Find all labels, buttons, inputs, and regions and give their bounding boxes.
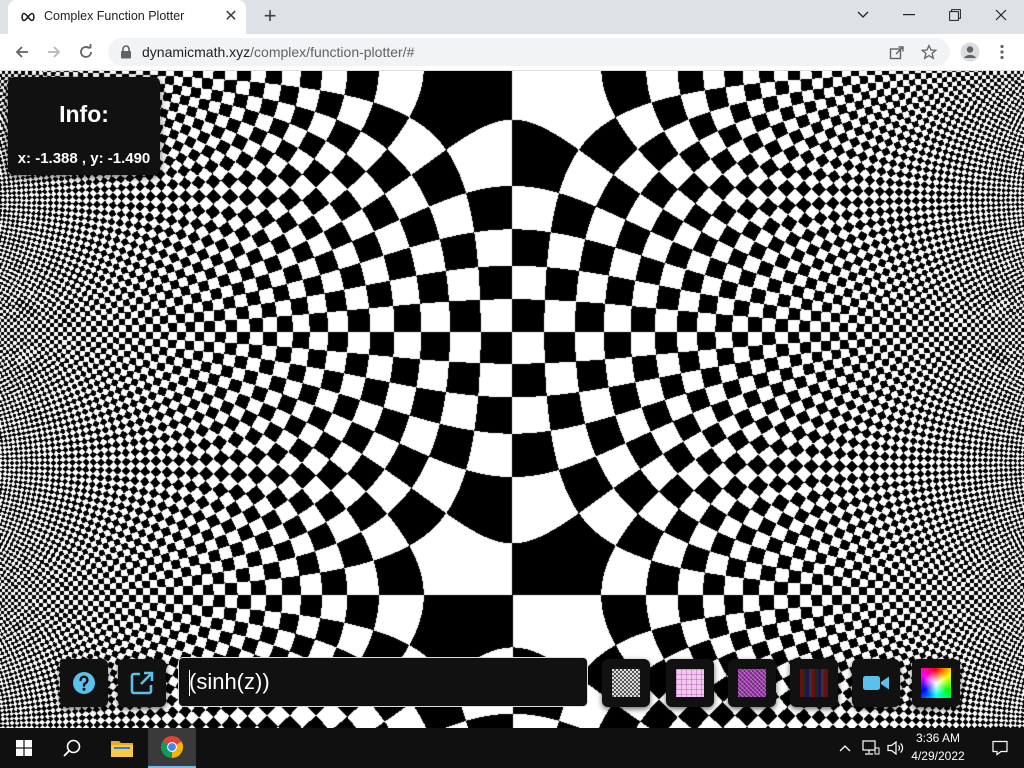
start-button[interactable] [0, 728, 48, 768]
back-button[interactable] [10, 40, 34, 64]
purple-texture-swatch-icon [738, 669, 766, 697]
url-domain: dynamicmath.xyz [142, 44, 251, 60]
texture-stripes-button[interactable] [790, 659, 838, 707]
dark-stripes-swatch-icon [800, 669, 828, 697]
close-window-button[interactable] [978, 0, 1024, 30]
color-wheel-swatch-icon [921, 668, 951, 698]
network-button[interactable] [858, 728, 884, 768]
arrow-right-icon [48, 46, 61, 58]
tab-search-chevron-icon[interactable] [840, 0, 886, 30]
texture-purple-button[interactable] [728, 659, 776, 707]
address-bar[interactable]: dynamicmath.xyz/complex/function-plotter… [108, 38, 950, 66]
windows-taskbar: 3:36 AM 4/29/2022 [0, 728, 1024, 768]
browser-titlebar: Complex Function Plotter ✕ + [0, 0, 1024, 34]
open-external-button[interactable] [118, 659, 166, 707]
network-icon [862, 740, 880, 755]
texture-gray-checker-button[interactable] [602, 659, 650, 707]
lock-icon[interactable] [120, 45, 132, 59]
chevron-up-icon [839, 745, 851, 752]
color-wheel-button[interactable] [912, 659, 960, 707]
close-tab-icon[interactable]: ✕ [222, 8, 240, 26]
function-input[interactable] [189, 668, 569, 696]
url-path: /complex/function-plotter/# [250, 44, 415, 60]
question-icon [73, 672, 95, 694]
function-input-box[interactable] [178, 657, 588, 707]
bookmark-star-icon[interactable] [920, 43, 938, 61]
reload-icon [80, 44, 92, 58]
browser-toolbar: dynamicmath.xyz/complex/function-plotter… [0, 34, 1024, 71]
info-panel: Info: x: -1.388 , y: -1.490 [8, 77, 160, 175]
gray-checker-swatch-icon [612, 669, 640, 697]
help-button[interactable] [60, 659, 108, 707]
texture-pink-grid-button[interactable] [666, 659, 714, 707]
text-caret [189, 670, 190, 696]
reload-button[interactable] [74, 40, 98, 64]
profile-icon [960, 42, 980, 62]
external-link-icon [130, 671, 154, 695]
windows-logo-icon [16, 740, 32, 756]
forward-button[interactable] [42, 40, 66, 64]
chrome-icon [160, 736, 184, 758]
browser-menu-button[interactable] [990, 40, 1014, 64]
tab-title: Complex Function Plotter [44, 9, 185, 23]
notifications-button[interactable] [976, 728, 1024, 768]
video-camera-icon [863, 676, 889, 690]
search-icon [63, 739, 81, 757]
minimize-button[interactable] [886, 0, 932, 30]
file-explorer-button[interactable] [98, 728, 146, 768]
camera-button[interactable] [852, 659, 900, 707]
kebab-menu-icon [1000, 44, 1004, 60]
url-text: dynamicmath.xyz/complex/function-plotter… [142, 44, 414, 60]
clock-date[interactable]: 4/29/2022 [908, 749, 968, 763]
new-tab-button[interactable]: + [258, 5, 282, 29]
cursor-coordinates: x: -1.388 , y: -1.490 [17, 150, 151, 167]
infinity-icon [21, 12, 35, 22]
volume-button[interactable] [884, 728, 908, 768]
info-title: Info: [59, 101, 109, 127]
pink-grid-swatch-icon [676, 669, 704, 697]
clock-time[interactable]: 3:36 AM [908, 731, 968, 745]
arrow-left-icon [15, 46, 28, 58]
folder-icon [111, 741, 133, 757]
browser-tab[interactable]: Complex Function Plotter ✕ [8, 0, 246, 34]
profile-button[interactable] [958, 40, 982, 64]
speaker-icon [887, 740, 904, 756]
share-icon[interactable] [888, 43, 906, 61]
restore-button[interactable] [932, 0, 978, 30]
plot-area[interactable]: Info: x: -1.388 , y: -1.490 [0, 71, 1024, 728]
chrome-taskbar-button[interactable] [148, 728, 196, 768]
notification-icon [992, 740, 1008, 756]
search-button[interactable] [48, 728, 96, 768]
show-hidden-icons-button[interactable] [834, 728, 856, 768]
